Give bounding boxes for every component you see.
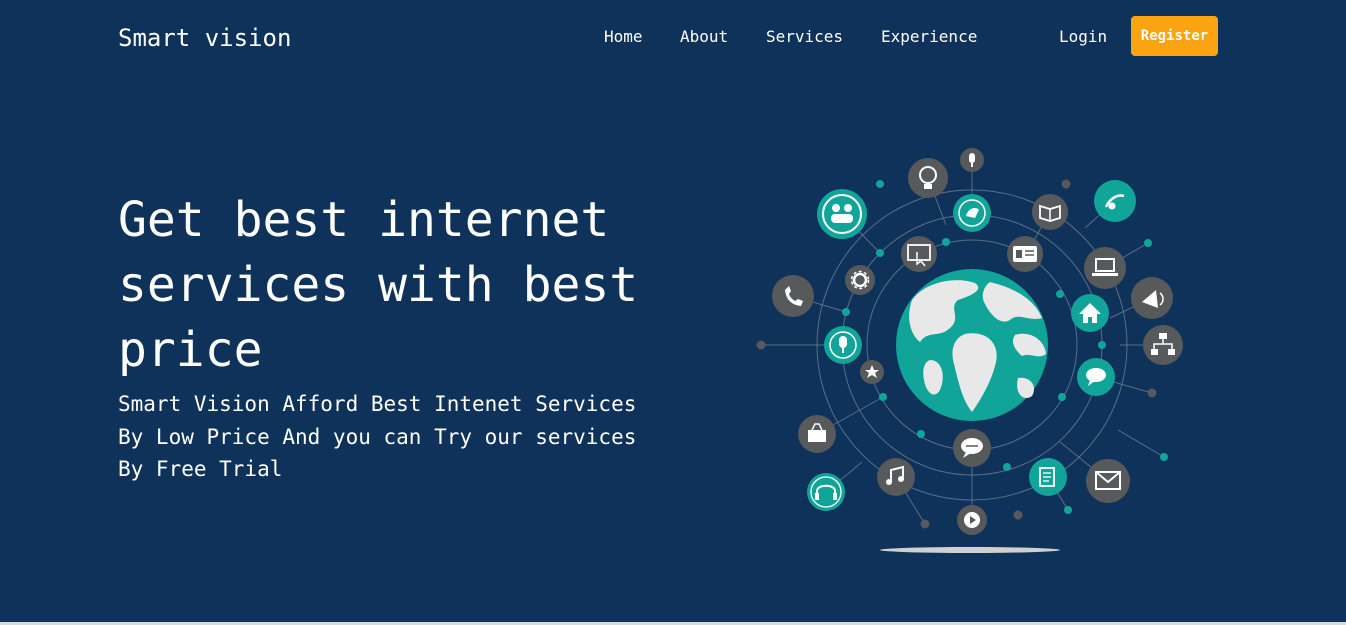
shopping-bag-icon [798,415,836,453]
play-icon [957,505,987,535]
globe-icon [896,269,1048,421]
hero-title: Get best internet services with best pri… [118,192,639,378]
brand-logo[interactable]: Smart vision [118,22,291,54]
nav-home[interactable]: Home [604,26,643,48]
sitemap-icon [1143,325,1183,365]
chat-icon [1077,358,1115,396]
speech-bubble-icon [953,429,991,467]
music-note-icon [1094,180,1136,222]
monitor-touch-icon [901,236,937,272]
laptop-icon [1084,247,1126,289]
people-icon [817,189,867,239]
mail-icon [1086,459,1130,503]
nav-about[interactable]: About [680,26,728,48]
nav-services[interactable]: Services [766,26,843,48]
microphone-icon [824,326,862,364]
home-icon [1071,294,1109,332]
book-icon [1032,194,1068,230]
globe-shadow [880,547,1060,553]
star-icon [860,360,884,384]
hero-subtitle: Smart Vision Afford Best Intenet Service… [118,392,637,481]
megaphone-icon [1131,277,1173,319]
bird-icon [953,194,991,232]
nav-experience[interactable]: Experience [881,26,977,48]
headphones-icon [807,473,845,511]
id-card-icon [1007,236,1043,272]
gear-icon [845,265,875,295]
page: Smart vision Home About Services Experie… [0,0,1346,625]
network-illustration [756,148,1183,553]
login-link[interactable]: Login [1059,26,1107,48]
lightbulb-icon [908,158,948,198]
music-icon [877,458,915,496]
notepad-icon [1029,458,1067,496]
microphone-icon [960,148,984,172]
phone-icon [772,275,814,317]
register-button[interactable]: Register [1131,16,1218,56]
